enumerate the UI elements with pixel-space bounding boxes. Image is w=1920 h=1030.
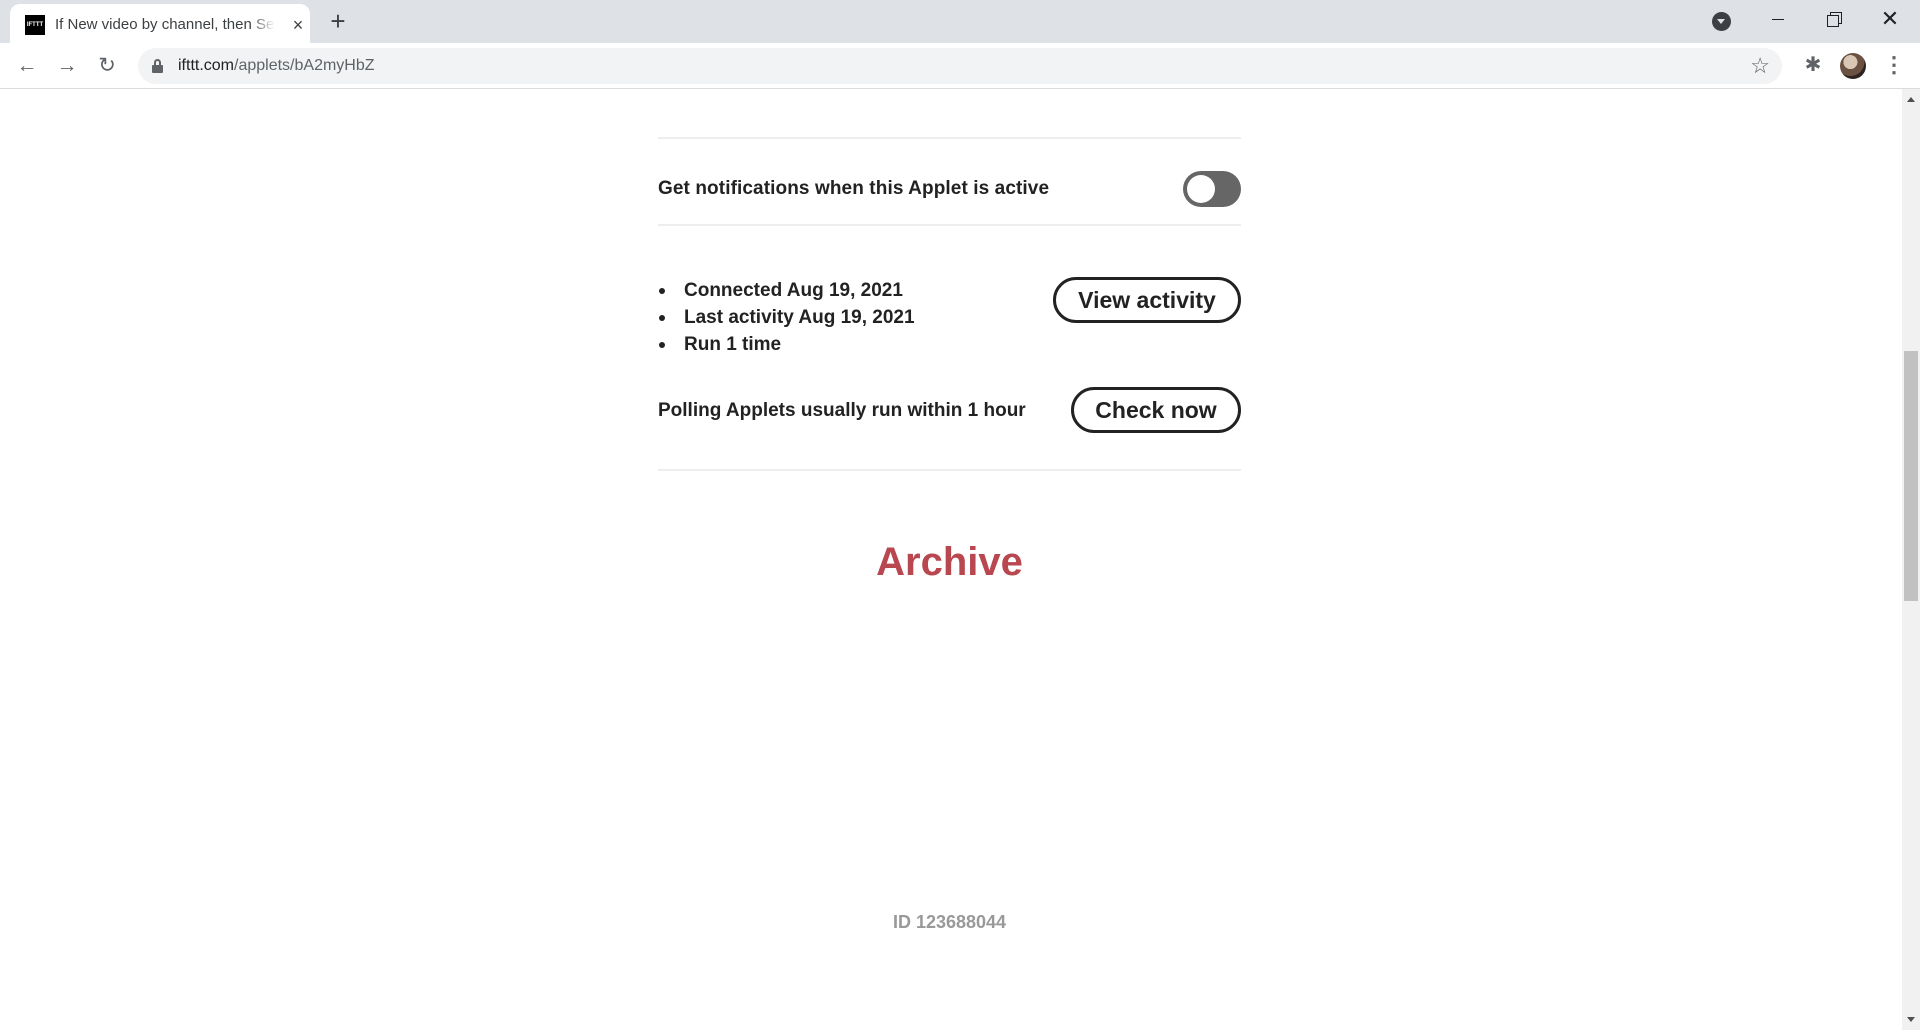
address-bar[interactable]: ifttt.com/applets/bA2myHbZ ☆ bbox=[138, 48, 1782, 84]
ifttt-favicon-icon: IFTTT bbox=[25, 15, 45, 35]
notifications-label: Get notifications when this Applet is ac… bbox=[658, 178, 1050, 199]
archive-link[interactable]: Archive bbox=[658, 540, 1241, 585]
browser-menu-icon[interactable]: ⋮ bbox=[1882, 52, 1906, 80]
tab-title: If New video by channel, then Se bbox=[55, 14, 275, 36]
forward-button[interactable]: → bbox=[53, 52, 81, 80]
new-tab-button[interactable]: + bbox=[324, 8, 352, 36]
notifications-toggle[interactable] bbox=[1183, 171, 1241, 207]
divider bbox=[658, 224, 1241, 226]
divider bbox=[658, 137, 1241, 139]
stat-run-count: Run 1 time bbox=[658, 331, 915, 358]
back-button[interactable]: ← bbox=[13, 52, 41, 80]
profile-avatar[interactable] bbox=[1840, 53, 1866, 79]
url-text[interactable]: ifttt.com/applets/bA2myHbZ bbox=[178, 48, 375, 84]
minimize-button[interactable] bbox=[1750, 0, 1806, 40]
tab-close-icon[interactable]: × bbox=[287, 14, 309, 36]
scroll-down-arrow-icon[interactable] bbox=[1907, 1017, 1915, 1022]
restore-button[interactable] bbox=[1806, 0, 1862, 40]
view-activity-button[interactable]: View activity bbox=[1053, 277, 1241, 323]
page-viewport: Get notifications when this Applet is ac… bbox=[0, 89, 1902, 1030]
page-scrollbar[interactable] bbox=[1902, 89, 1920, 1030]
stat-last-activity: Last activity Aug 19, 2021 bbox=[658, 304, 915, 331]
url-path: /applets/bA2myHbZ bbox=[234, 57, 375, 74]
tab-search-dropdown-icon[interactable] bbox=[1712, 12, 1731, 31]
url-host: ifttt.com bbox=[178, 57, 235, 74]
tab-strip: IFTTT If New video by channel, then Se ×… bbox=[0, 0, 1920, 43]
polling-info-text: Polling Applets usually run within 1 hou… bbox=[658, 400, 1026, 421]
applet-id: ID 123688044 bbox=[892, 912, 1007, 932]
check-now-button[interactable]: Check now bbox=[1071, 387, 1241, 433]
lock-icon[interactable] bbox=[152, 59, 163, 73]
toggle-knob bbox=[1187, 175, 1215, 203]
window-close-button[interactable]: ✕ bbox=[1862, 0, 1918, 40]
reload-button[interactable]: ↻ bbox=[93, 52, 121, 80]
browser-tab[interactable]: IFTTT If New video by channel, then Se × bbox=[10, 4, 310, 43]
extensions-puzzle-icon[interactable]: ✱ bbox=[1800, 52, 1826, 78]
divider bbox=[658, 469, 1241, 471]
scrollbar-thumb[interactable] bbox=[1904, 351, 1918, 601]
browser-toolbar: ← → ↻ ifttt.com/applets/bA2myHbZ ☆ ✱ ⋮ bbox=[0, 43, 1920, 89]
applet-stats-list: Connected Aug 19, 2021 Last activity Aug… bbox=[658, 277, 915, 358]
bookmark-star-icon[interactable]: ☆ bbox=[1750, 53, 1770, 79]
scroll-up-arrow-icon[interactable] bbox=[1907, 97, 1915, 102]
stat-connected: Connected Aug 19, 2021 bbox=[658, 277, 915, 304]
